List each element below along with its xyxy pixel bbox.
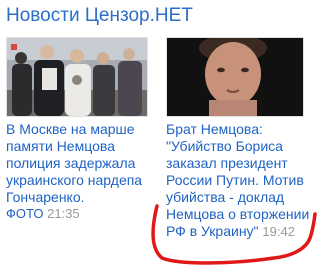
news-item-1[interactable]: В Москве на марше памяти Немцова полиция…	[6, 37, 148, 221]
widget-title[interactable]: Новости Цензор.НЕТ	[6, 5, 193, 27]
news-thumbnail-2[interactable]	[166, 37, 304, 117]
news-headline-1[interactable]: В Москве на марше памяти Немцова полиция…	[6, 121, 148, 206]
news-meta-1: ФОТО 21:35	[6, 206, 148, 221]
news-thumbnail-1[interactable]	[6, 37, 148, 117]
photo-tag[interactable]: ФОТО	[6, 206, 43, 221]
news-time-2: 19:42	[262, 224, 295, 239]
news-item-2[interactable]: Брат Немцова: "Убийство Бориса заказал п…	[166, 37, 320, 240]
news-time-1: 21:35	[47, 206, 80, 221]
news-headline-2[interactable]: Брат Немцова: "Убийство Бориса заказал п…	[166, 121, 320, 240]
